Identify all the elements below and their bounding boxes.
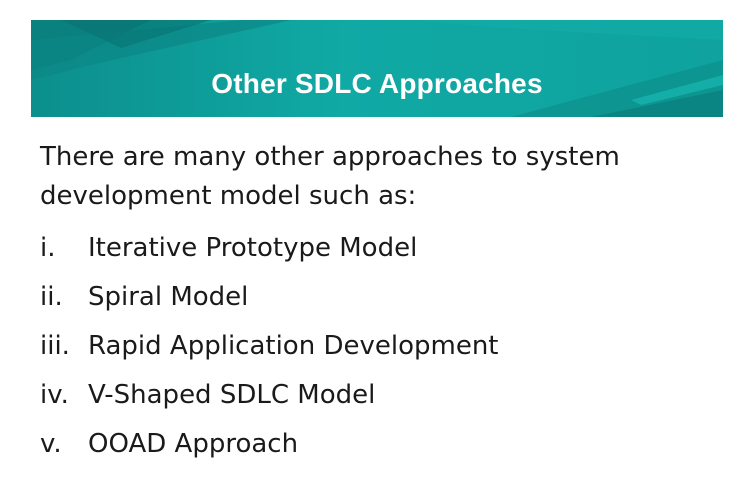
- slide: Other SDLC Approaches There are many oth…: [0, 0, 752, 495]
- list-item: i. Iterative Prototype Model: [40, 224, 730, 273]
- list-item: v. OOAD Approach: [40, 420, 730, 469]
- slide-body: There are many other approaches to syste…: [40, 138, 730, 469]
- list-item-text: V-Shaped SDLC Model: [88, 380, 376, 410]
- list-item: ii. Spiral Model: [40, 273, 730, 322]
- list-item-text: Iterative Prototype Model: [88, 233, 418, 263]
- slide-title: Other SDLC Approaches: [211, 68, 543, 99]
- list-marker: i.: [40, 233, 56, 263]
- list-marker: ii.: [40, 282, 63, 312]
- list-item-text: Rapid Application Development: [88, 331, 499, 361]
- list-marker: v.: [40, 429, 62, 459]
- list-item-text: Spiral Model: [88, 282, 249, 312]
- intro-text: There are many other approaches to syste…: [40, 142, 620, 211]
- title-banner: Other SDLC Approaches: [31, 20, 723, 117]
- list-item: iv. V-Shaped SDLC Model: [40, 371, 730, 420]
- list-marker: iii.: [40, 331, 70, 361]
- list-marker: iv.: [40, 380, 69, 410]
- list-item-text: OOAD Approach: [88, 429, 299, 459]
- approaches-list: i. Iterative Prototype Model ii. Spiral …: [40, 224, 730, 469]
- list-item: iii. Rapid Application Development: [40, 322, 730, 371]
